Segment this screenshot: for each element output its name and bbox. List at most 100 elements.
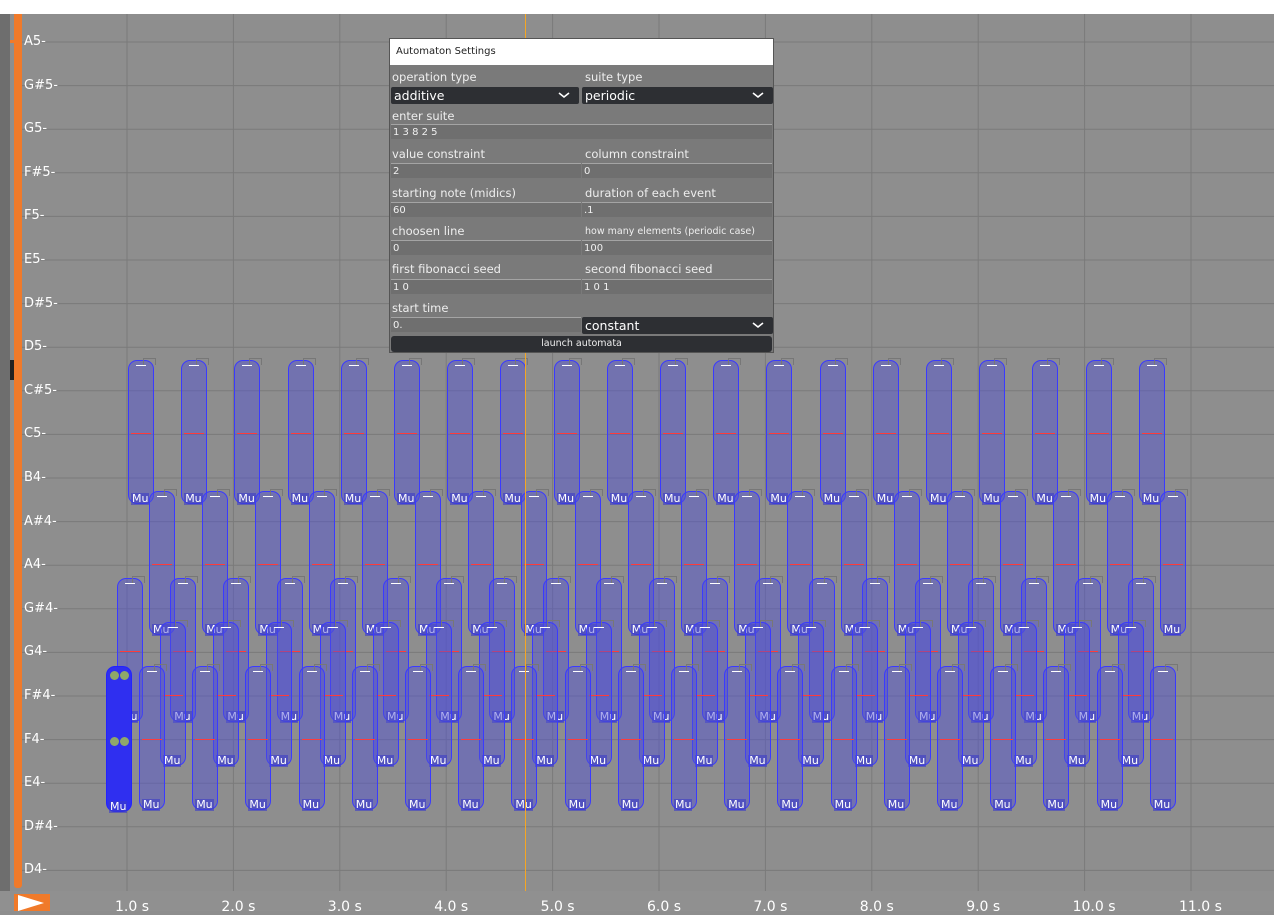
note-frame — [557, 576, 571, 584]
note-label: Mu — [269, 754, 288, 767]
note-cap — [998, 670, 1009, 672]
note-pitch-line — [843, 564, 864, 566]
note-cap — [444, 583, 455, 585]
enter-suite-input[interactable]: 1 3 8 2 5 — [391, 124, 772, 139]
second-seed-input[interactable]: 1 0 1 — [582, 279, 772, 294]
selection-handle-icon[interactable] — [120, 737, 129, 746]
note-label: Mu — [716, 492, 735, 506]
note-pitch-line — [195, 738, 216, 740]
note-pitch-line — [737, 564, 758, 566]
note-frame — [451, 576, 465, 584]
note-event[interactable]: Mu — [777, 663, 806, 811]
how-many-elements-label: how many elements (periodic case) — [585, 226, 755, 237]
note-event[interactable]: Mu — [926, 358, 954, 506]
note-event[interactable]: Mu — [181, 358, 210, 506]
note-event[interactable]: Mu — [458, 663, 487, 811]
note-event[interactable]: Mu — [394, 358, 422, 506]
note-event[interactable]: Mu — [872, 358, 901, 506]
note-pitch-line — [695, 695, 715, 696]
note-pitch-line — [290, 433, 311, 435]
note-frame — [207, 663, 221, 671]
note-cap — [413, 670, 423, 672]
note-frame — [802, 489, 816, 497]
note-pitch-line — [833, 738, 854, 740]
note-event[interactable]: Mu — [830, 663, 859, 811]
duration-input[interactable]: .1 — [582, 202, 772, 217]
note-event[interactable]: Mu — [1138, 358, 1167, 506]
note-pitch-line — [184, 433, 205, 435]
note-event[interactable]: Mu — [192, 663, 221, 811]
first-seed-input[interactable]: 1 0 — [391, 279, 581, 294]
note-label: Mu — [1162, 623, 1182, 637]
note-event[interactable]: Mu — [245, 663, 274, 811]
how-many-elements-input[interactable]: 100 — [582, 240, 772, 255]
note-event[interactable]: Mu — [139, 663, 167, 811]
starting-note-label: starting note (midics) — [392, 186, 516, 200]
note-cap — [189, 365, 200, 367]
note-cap — [880, 365, 891, 367]
note-event[interactable]: Mu — [766, 358, 795, 506]
note-pitch-line — [896, 564, 917, 566]
note-label: Mu — [982, 492, 1001, 506]
starting-note-input[interactable]: 60 — [391, 202, 581, 217]
note-event[interactable]: Mu — [500, 358, 529, 506]
note-event[interactable]: Mu — [287, 358, 316, 506]
note-event[interactable]: Mu — [553, 358, 582, 506]
note-event[interactable]: Mu — [671, 663, 699, 811]
note-cap — [838, 670, 849, 672]
note-event[interactable]: Mu — [447, 358, 476, 506]
note-event[interactable]: Mu — [1159, 489, 1188, 637]
left-gutter — [0, 14, 10, 911]
note-event[interactable]: Mu — [819, 358, 848, 506]
selection-handle-icon[interactable] — [120, 671, 129, 680]
note-event[interactable]: Mu — [1043, 663, 1072, 811]
note-event[interactable]: Mu — [405, 663, 433, 811]
chosen-line-input[interactable]: 0 — [391, 240, 581, 255]
note-event[interactable]: Mu — [340, 358, 369, 506]
note-event[interactable]: Mu — [1096, 663, 1125, 811]
selection-handle-icon[interactable] — [110, 737, 119, 746]
note-event[interactable]: Mu — [979, 358, 1008, 506]
note-event[interactable]: Mu — [724, 663, 753, 811]
note-frame — [930, 576, 943, 584]
note-frame — [1132, 620, 1146, 627]
note-event[interactable]: Mu — [713, 358, 742, 506]
column-constraint-input[interactable]: 0 — [582, 163, 772, 178]
note-cap — [945, 670, 955, 672]
mode-select[interactable]: constant — [582, 317, 773, 334]
note-cap — [200, 670, 211, 672]
note-pitch-line — [343, 433, 364, 435]
start-time-input[interactable]: 0. — [391, 317, 581, 332]
note-event[interactable]: Mu — [937, 663, 965, 811]
left-scroll-bar[interactable] — [14, 14, 22, 888]
pitch-label: D#5- — [24, 295, 58, 311]
selection-handle-icon[interactable] — [110, 671, 119, 680]
suite-type-select[interactable]: periodic — [582, 87, 773, 104]
note-event[interactable]: Mu — [617, 663, 646, 811]
selected-note-event[interactable]: Mu — [106, 666, 132, 813]
note-event[interactable]: Mu — [351, 663, 380, 811]
note-event[interactable]: Mu — [883, 663, 912, 811]
note-event[interactable]: Mu — [990, 663, 1019, 811]
note-event[interactable]: Mu — [298, 663, 327, 811]
note-cap — [1135, 583, 1146, 585]
time-label: 6.0 s — [647, 899, 682, 915]
note-cap — [753, 627, 764, 628]
value-constraint-input[interactable]: 2 — [391, 163, 581, 178]
note-pitch-line — [1141, 433, 1162, 435]
note-event[interactable]: Mu — [128, 358, 156, 506]
note-event[interactable]: Mu — [1085, 358, 1114, 506]
note-event[interactable]: Mu — [660, 358, 688, 506]
operation-type-select[interactable]: additive — [391, 87, 579, 104]
note-event[interactable]: Mu — [1149, 663, 1178, 811]
play-button[interactable] — [14, 894, 50, 911]
note-event[interactable]: Mu — [564, 663, 593, 811]
note-event[interactable]: Mu — [606, 358, 635, 506]
note-frame — [323, 489, 337, 497]
note-event[interactable]: Mu — [1032, 358, 1061, 506]
time-label: 2.0 s — [221, 899, 256, 915]
note-event[interactable]: Mu — [234, 358, 263, 506]
note-frame — [749, 489, 763, 497]
launch-automata-button[interactable]: launch automata — [391, 336, 772, 352]
note-cap — [1093, 365, 1104, 367]
